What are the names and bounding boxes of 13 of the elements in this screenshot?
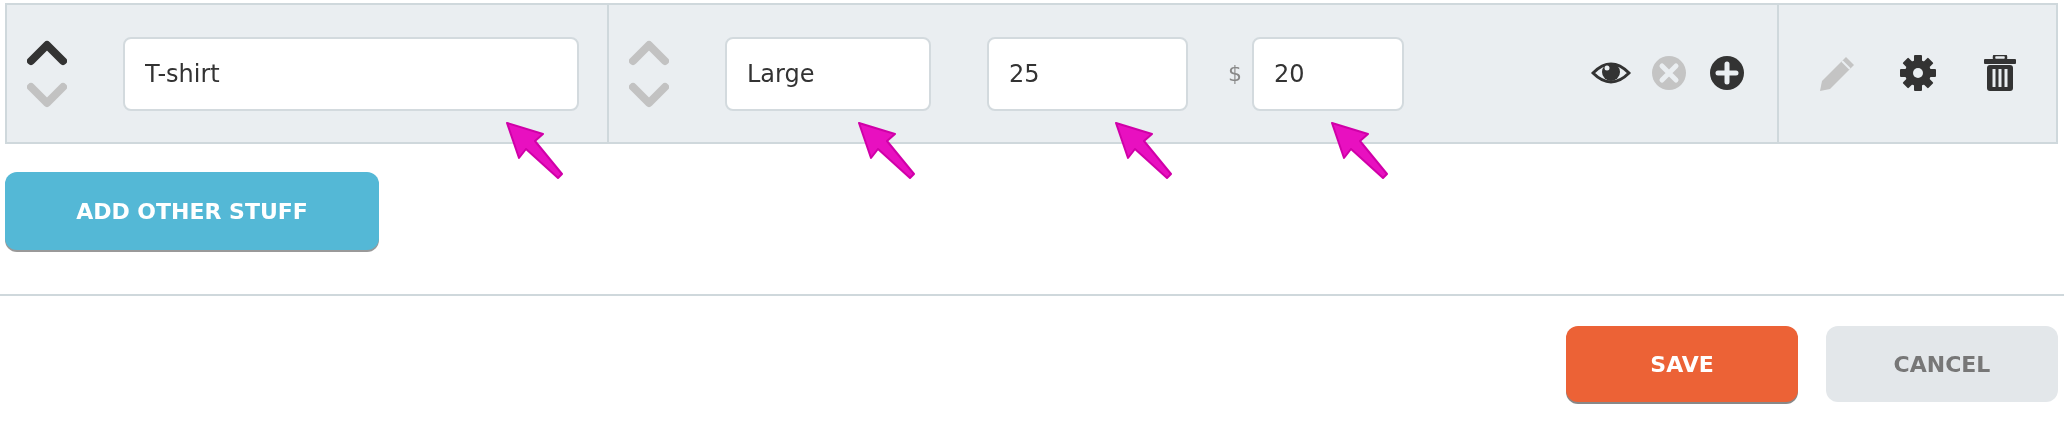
cancel-button[interactable]: CANCEL xyxy=(1826,326,2058,402)
add-icon[interactable] xyxy=(1707,54,1747,93)
settings-icon[interactable] xyxy=(1897,54,1938,93)
chevron-up-icon xyxy=(27,38,67,67)
input-field[interactable]: T-shirt xyxy=(123,36,579,111)
chevron-down-icon xyxy=(629,80,669,109)
move-up-button[interactable] xyxy=(27,38,67,67)
input-field[interactable]: Large xyxy=(725,36,931,111)
input-field[interactable]: 20 xyxy=(1252,36,1404,111)
chevron-up-icon xyxy=(629,38,669,67)
input-field[interactable]: 25 xyxy=(987,36,1188,111)
chevron-down-icon xyxy=(27,80,67,109)
currency-symbol: $ xyxy=(1228,60,1242,88)
